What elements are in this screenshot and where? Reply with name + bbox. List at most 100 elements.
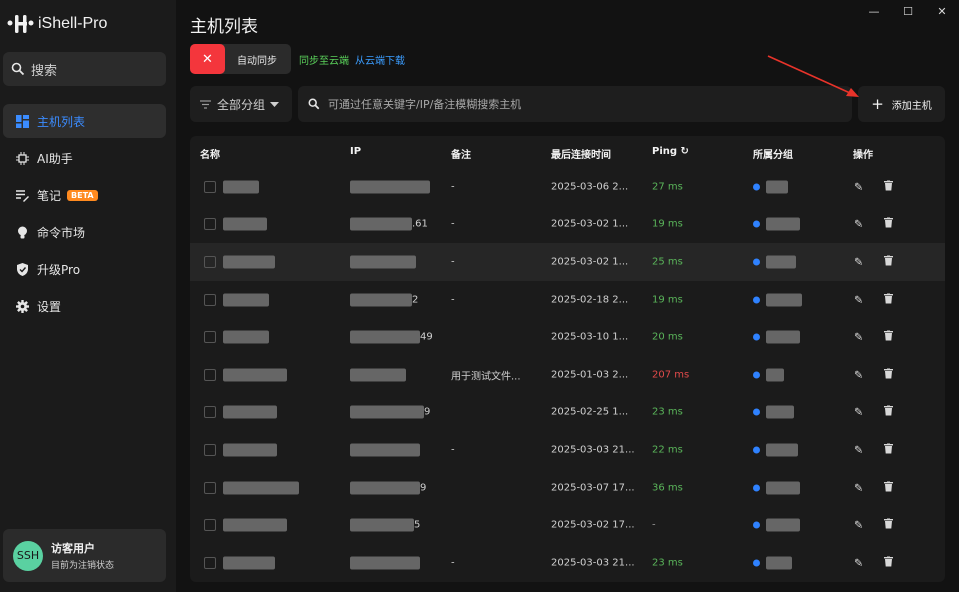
refresh-icon[interactable]: ↻ <box>681 146 689 157</box>
host-search-input[interactable] <box>328 97 808 111</box>
host-name-redacted <box>223 443 277 457</box>
edit-icon[interactable]: ✎ <box>854 331 863 344</box>
host-note: - <box>451 444 455 456</box>
sidebar-item-ai[interactable]: AI助手 <box>3 141 166 175</box>
host-ip-suffix: 9 <box>424 406 431 418</box>
host-last-connect: 2025-01-03 2... <box>551 369 629 381</box>
edit-icon[interactable]: ✎ <box>854 406 863 419</box>
host-note: - <box>451 557 455 569</box>
table-row[interactable]: 5 2025-03-02 17... - ✎ <box>190 506 945 544</box>
table-row[interactable]: 9 2025-03-07 17... 36 ms ✎ <box>190 469 945 507</box>
row-checkbox[interactable] <box>204 443 216 456</box>
search-icon <box>11 62 25 76</box>
minimize-button[interactable]: — <box>857 0 891 22</box>
auto-sync-label[interactable]: 自动同步 <box>225 52 291 67</box>
row-checkbox[interactable] <box>204 293 216 306</box>
delete-icon[interactable] <box>884 481 893 494</box>
host-group-redacted <box>766 330 800 344</box>
sidebar-search[interactable]: 搜索 <box>3 52 166 86</box>
col-ping[interactable]: Ping ↻ <box>652 146 689 157</box>
group-color-dot <box>753 183 760 191</box>
table-row[interactable]: - 2025-03-03 21... 23 ms ✎ <box>190 544 945 582</box>
edit-icon[interactable]: ✎ <box>854 180 863 193</box>
host-ping: 20 ms <box>652 331 683 343</box>
row-checkbox[interactable] <box>204 368 216 381</box>
edit-icon[interactable]: ✎ <box>854 481 863 494</box>
host-ip-redacted <box>350 217 412 231</box>
row-checkbox[interactable] <box>204 218 216 231</box>
sync-toggle-button[interactable]: ✕ <box>190 44 225 74</box>
host-name-redacted <box>223 330 269 344</box>
delete-icon[interactable] <box>884 293 893 306</box>
delete-icon[interactable] <box>884 180 893 193</box>
beta-badge: BETA <box>67 189 98 201</box>
row-checkbox[interactable] <box>204 180 216 193</box>
row-checkbox[interactable] <box>204 556 216 569</box>
delete-icon[interactable] <box>884 217 893 231</box>
sidebar-item-notes[interactable]: 笔记 BETA <box>3 178 166 212</box>
close-window-button[interactable]: ✕ <box>925 0 959 22</box>
table-row[interactable]: 用于测试文件... 2025-01-03 2... 207 ms ✎ <box>190 356 945 394</box>
group-filter-select[interactable]: 全部分组 <box>190 86 292 122</box>
host-group-redacted <box>766 180 788 194</box>
delete-icon[interactable] <box>884 368 893 381</box>
col-name: 名称 <box>200 150 220 161</box>
maximize-button[interactable]: ☐ <box>891 0 925 22</box>
sync-to-cloud-link[interactable]: 同步至云端 <box>299 52 349 67</box>
delete-icon[interactable] <box>884 405 893 419</box>
edit-icon[interactable]: ✎ <box>854 368 863 381</box>
host-name-redacted <box>223 405 277 419</box>
table-row[interactable]: 49 2025-03-10 1... 20 ms ✎ <box>190 318 945 356</box>
add-host-button[interactable]: + 添加主机 <box>858 86 945 122</box>
sidebar-item-command-market[interactable]: 命令市场 <box>3 215 166 249</box>
table-row[interactable]: - 2025-03-06 2... 27 ms ✎ <box>190 168 945 206</box>
group-color-dot <box>753 333 760 341</box>
delete-icon[interactable] <box>884 255 893 268</box>
host-ip-redacted <box>350 443 420 457</box>
row-checkbox[interactable] <box>204 331 216 344</box>
edit-icon[interactable]: ✎ <box>854 255 863 268</box>
delete-icon[interactable] <box>884 443 893 456</box>
host-group-redacted <box>766 217 800 231</box>
group-filter-label: 全部分组 <box>217 97 266 112</box>
row-checkbox[interactable] <box>204 255 216 268</box>
table-row[interactable]: - 2025-03-03 21... 22 ms ✎ <box>190 431 945 469</box>
row-checkbox[interactable] <box>204 519 216 532</box>
group-color-dot <box>753 408 760 416</box>
host-ip-suffix: .61 <box>412 218 428 230</box>
host-name-redacted <box>223 368 287 382</box>
host-last-connect: 2025-03-03 21... <box>551 557 635 569</box>
sidebar-item-settings[interactable]: 设置 <box>3 289 166 323</box>
edit-icon[interactable]: ✎ <box>854 218 863 231</box>
delete-icon[interactable] <box>884 518 893 532</box>
host-search[interactable] <box>298 86 852 122</box>
edit-icon[interactable]: ✎ <box>854 443 863 456</box>
edit-icon[interactable]: ✎ <box>854 519 863 532</box>
table-row[interactable]: .61 - 2025-03-02 1... 19 ms ✎ <box>190 206 945 244</box>
host-ping: 19 ms <box>652 294 683 306</box>
row-checkbox[interactable] <box>204 406 216 419</box>
user-card[interactable]: SSH 访客用户 目前为注销状态 <box>3 529 166 582</box>
host-name-redacted <box>223 217 267 231</box>
host-last-connect: 2025-03-10 1... <box>551 331 629 343</box>
host-ping: 23 ms <box>652 557 683 569</box>
host-ping: - <box>652 519 656 531</box>
table-row[interactable]: 2 - 2025-02-18 2... 19 ms ✎ <box>190 281 945 319</box>
host-ping: 25 ms <box>652 256 683 268</box>
edit-icon[interactable]: ✎ <box>854 293 863 306</box>
delete-icon[interactable] <box>884 330 893 344</box>
sidebar-item-upgrade[interactable]: 升级Pro <box>3 252 166 286</box>
table-row[interactable]: 9 2025-02-25 1... 23 ms ✎ <box>190 394 945 432</box>
page-title: 主机列表 <box>190 17 258 37</box>
edit-icon[interactable]: ✎ <box>854 556 863 569</box>
host-last-connect: 2025-03-06 2... <box>551 181 629 193</box>
download-from-cloud-link[interactable]: 从云端下载 <box>355 52 405 67</box>
sidebar-item-host-list[interactable]: 主机列表 <box>3 104 166 138</box>
table-row[interactable]: - 2025-03-02 1... 25 ms ✎ <box>190 243 945 281</box>
host-ping: 19 ms <box>652 218 683 230</box>
dashboard-icon <box>15 114 29 128</box>
group-color-dot <box>753 559 760 567</box>
row-checkbox[interactable] <box>204 481 216 494</box>
delete-icon[interactable] <box>884 556 893 569</box>
host-ip-redacted <box>350 293 412 307</box>
